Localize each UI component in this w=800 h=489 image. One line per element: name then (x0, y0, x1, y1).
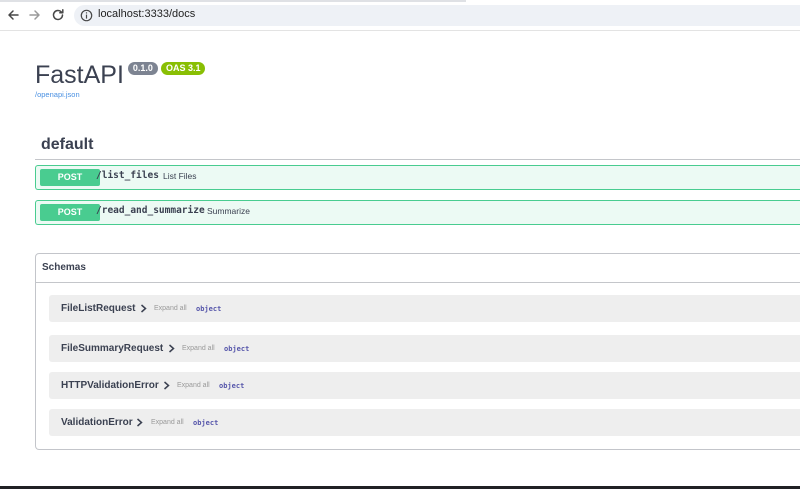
chevron-right-icon[interactable] (168, 344, 175, 353)
browser-toolbar: localhost:3333/docs (0, 0, 800, 31)
operation-summary: List Files (163, 171, 197, 181)
reload-icon (52, 9, 64, 21)
operation-list-files[interactable]: POST /list_files List Files (35, 165, 800, 190)
method-badge: POST (40, 204, 100, 221)
model-type: object (224, 345, 250, 353)
version-badge: 0.1.0 (127, 62, 158, 75)
schemas-title: Schemas (42, 262, 86, 273)
forward-button[interactable] (26, 6, 44, 24)
model-file-summary-request[interactable]: FileSummaryRequest Expand all object (49, 335, 800, 362)
model-name[interactable]: FileSummaryRequest (61, 343, 163, 354)
chevron-right-icon[interactable] (140, 304, 147, 313)
expand-all-button[interactable]: Expand all (154, 305, 187, 312)
expand-all-button[interactable]: Expand all (182, 345, 215, 352)
chevron-right-icon[interactable] (163, 381, 170, 390)
info-icon[interactable] (80, 9, 93, 22)
model-type: object (193, 419, 219, 427)
expand-all-button[interactable]: Expand all (151, 419, 184, 426)
reload-button[interactable] (49, 6, 67, 24)
api-title: FastAPI (35, 61, 124, 89)
model-name[interactable]: ValidationError (61, 417, 133, 428)
address-bar[interactable]: localhost:3333/docs (74, 5, 800, 26)
model-type: object (219, 382, 245, 390)
schemas-section: Schemas FileListRequest Expand all objec… (35, 253, 800, 450)
oas-badge: OAS 3.1 (160, 62, 206, 75)
method-badge: POST (40, 169, 100, 186)
model-validation-error[interactable]: ValidationError Expand all object (49, 409, 800, 436)
tag-section-default[interactable]: default (35, 134, 800, 160)
back-arrow-icon (8, 10, 19, 20)
operation-summary: Summarize (207, 206, 250, 216)
model-name[interactable]: HTTPValidationError (61, 380, 159, 391)
expand-all-button[interactable]: Expand all (177, 382, 210, 389)
operation-path: /list_files (96, 170, 159, 181)
model-http-validation-error[interactable]: HTTPValidationError Expand all object (49, 372, 800, 399)
forward-arrow-icon (29, 10, 40, 20)
url-text[interactable]: localhost:3333/docs (98, 8, 195, 20)
schemas-header[interactable]: Schemas (36, 254, 800, 283)
operation-read-and-summarize[interactable]: POST /read_and_summarize Summarize (35, 200, 800, 225)
operation-path: /read_and_summarize (96, 205, 205, 216)
openapi-json-link[interactable]: /openapi.json (35, 90, 80, 99)
model-file-list-request[interactable]: FileListRequest Expand all object (49, 295, 800, 322)
chevron-right-icon[interactable] (136, 418, 143, 427)
tag-title: default (41, 136, 94, 153)
model-name[interactable]: FileListRequest (61, 303, 135, 314)
back-button[interactable] (4, 6, 22, 24)
api-title-row: FastAPI 0.1.0 OAS 3.1 (35, 61, 206, 91)
tab-strip-edge (0, 0, 466, 2)
model-type: object (196, 305, 222, 313)
